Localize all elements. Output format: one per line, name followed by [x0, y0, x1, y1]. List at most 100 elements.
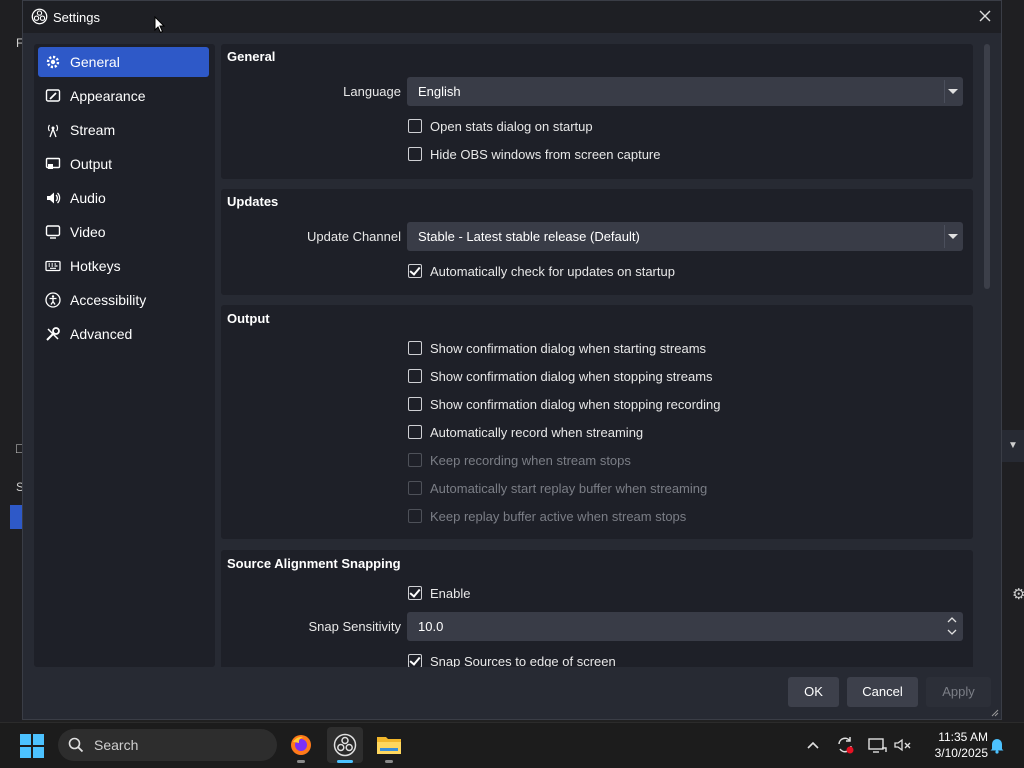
keyboard-icon — [44, 257, 62, 275]
sidebar-item-label: Advanced — [70, 326, 133, 342]
snapping-enable-checkbox[interactable]: Enable — [408, 583, 470, 603]
sync-icon[interactable] — [835, 735, 855, 755]
sidebar-item-general[interactable]: General — [38, 47, 209, 77]
checkbox-box — [408, 397, 422, 411]
checkbox-label: Show confirmation dialog when stopping s… — [430, 368, 713, 384]
background-window-left: F □ S — [0, 0, 24, 722]
language-value: English — [418, 84, 461, 99]
clock-date: 3/10/2025 — [934, 746, 988, 760]
chevron-down-icon — [939, 222, 963, 251]
clock-time: 11:35 AM — [938, 730, 988, 744]
checkbox-label: Automatically record when streaming — [430, 424, 644, 440]
scrollbar-thumb[interactable] — [984, 44, 990, 289]
apply-button[interactable]: Apply — [926, 677, 991, 707]
checkbox-box — [408, 369, 422, 383]
snap-sensitivity-value: 10.0 — [418, 619, 444, 634]
update-channel-value: Stable - Latest stable release (Default) — [418, 229, 640, 244]
confirm-start-stream-checkbox[interactable]: Show confirmation dialog when starting s… — [408, 338, 706, 358]
checkbox-box — [408, 341, 422, 355]
checkbox-label: Automatically start replay buffer when s… — [430, 480, 708, 496]
sidebar-item-video[interactable]: Video — [38, 217, 209, 247]
update-channel-dropdown[interactable]: Stable - Latest stable release (Default) — [407, 222, 963, 251]
checkbox-box — [408, 147, 422, 161]
checkbox-box — [408, 481, 422, 495]
checkbox-label: Automatically check for updates on start… — [430, 263, 675, 279]
search-icon — [68, 737, 84, 753]
sidebar-item-audio[interactable]: Audio — [38, 183, 209, 213]
sidebar-item-stream[interactable]: Stream — [38, 115, 209, 145]
snapping-group: Source Alignment Snapping Enable Snap Se… — [221, 550, 973, 667]
confirm-stop-recording-checkbox[interactable]: Show confirmation dialog when stopping r… — [408, 394, 721, 414]
checkbox-label: Open stats dialog on startup — [430, 118, 593, 134]
appearance-icon — [44, 87, 62, 105]
checkbox-box — [408, 586, 422, 600]
sidebar-item-hotkeys[interactable]: Hotkeys — [38, 251, 209, 281]
gear-icon — [44, 53, 62, 71]
checkbox-label: Show confirmation dialog when stopping r… — [430, 396, 721, 412]
spin-buttons — [939, 612, 963, 641]
taskbar-search[interactable]: Search — [58, 729, 277, 761]
snap-sensitivity-input[interactable]: 10.0 — [407, 612, 963, 641]
background-chevron-icon: ▼ — [1008, 440, 1018, 451]
wrench-icon — [44, 325, 62, 343]
taskbar-indicator — [385, 760, 393, 763]
open-stats-checkbox[interactable]: Open stats dialog on startup — [408, 116, 593, 136]
resize-grip-icon[interactable] — [990, 708, 999, 717]
obs-logo-icon — [31, 8, 48, 25]
taskbar-app-firefox[interactable] — [283, 727, 319, 763]
language-dropdown[interactable]: English — [407, 77, 963, 106]
auto-check-updates-checkbox[interactable]: Automatically check for updates on start… — [408, 261, 675, 281]
volume-muted-icon[interactable] — [893, 735, 913, 755]
general-group: General Language English Open stats dial… — [221, 44, 973, 179]
sidebar-item-advanced[interactable]: Advanced — [38, 319, 209, 349]
hide-obs-checkbox[interactable]: Hide OBS windows from screen capture — [408, 144, 660, 164]
antenna-icon — [44, 121, 62, 139]
windows-start-icon[interactable] — [20, 734, 44, 758]
obs-icon — [333, 733, 357, 757]
notification-bell-icon[interactable] — [987, 735, 1007, 755]
background-selection — [10, 505, 22, 529]
cancel-button[interactable]: Cancel — [847, 677, 918, 707]
checkbox-box — [408, 509, 422, 523]
sidebar-item-accessibility[interactable]: Accessibility — [38, 285, 209, 315]
snap-edge-checkbox[interactable]: Snap Sources to edge of screen — [408, 651, 616, 667]
checkbox-box — [408, 654, 422, 667]
checkbox-label: Hide OBS windows from screen capture — [430, 146, 661, 162]
snap-sensitivity-label: Snap Sensitivity — [308, 619, 402, 634]
sidebar-item-label: Video — [70, 224, 106, 240]
sidebar-item-label: General — [70, 54, 120, 70]
ok-button[interactable]: OK — [788, 677, 839, 707]
spin-down-icon[interactable] — [947, 629, 957, 635]
taskbar-clock[interactable]: 11:35 AM 3/10/2025 — [916, 729, 988, 761]
taskbar-app-obs[interactable] — [327, 727, 363, 763]
monitor-icon — [44, 223, 62, 241]
chevron-up-icon[interactable] — [803, 735, 823, 755]
close-icon — [979, 10, 991, 22]
background-window-right: ▼ ⚙ — [1002, 0, 1024, 722]
close-button[interactable] — [973, 5, 997, 27]
group-title-snapping: Source Alignment Snapping — [227, 556, 401, 571]
sidebar-item-output[interactable]: Output — [38, 149, 209, 179]
spin-up-icon[interactable] — [947, 617, 957, 623]
sidebar-item-label: Output — [70, 156, 113, 172]
title-bar[interactable]: Settings — [23, 1, 1001, 33]
network-icon[interactable] — [867, 735, 887, 755]
settings-content: General Language English Open stats dial… — [221, 44, 973, 667]
keep-replay-buffer-checkbox: Keep replay buffer active when stream st… — [408, 506, 686, 526]
sidebar-item-label: Stream — [70, 122, 116, 138]
taskbar-app-file-explorer[interactable] — [371, 727, 407, 763]
file-explorer-icon — [377, 737, 401, 754]
firefox-icon — [291, 735, 311, 755]
output-group: Output Show confirmation dialog when sta… — [221, 305, 973, 539]
confirm-stop-stream-checkbox[interactable]: Show confirmation dialog when stopping s… — [408, 366, 713, 386]
sidebar-item-appearance[interactable]: Appearance — [38, 81, 209, 111]
group-title-updates: Updates — [227, 194, 279, 209]
sidebar-item-label: Hotkeys — [70, 258, 121, 274]
content-scrollbar[interactable] — [981, 44, 993, 667]
group-title-general: General — [227, 49, 276, 64]
sidebar-item-label: Accessibility — [70, 292, 147, 308]
checkbox-box — [408, 119, 422, 133]
checkbox-label: Enable — [430, 585, 471, 601]
auto-record-checkbox[interactable]: Automatically record when streaming — [408, 422, 643, 442]
auto-replay-buffer-checkbox: Automatically start replay buffer when s… — [408, 478, 707, 498]
